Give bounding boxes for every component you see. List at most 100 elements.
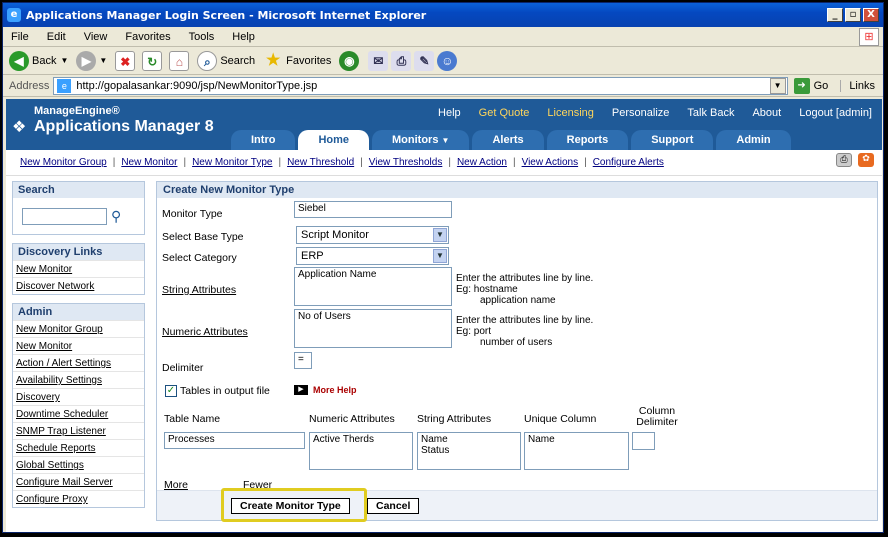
back-button[interactable]: ◀ Back ▼: [9, 50, 68, 71]
sidebar-item-schedule-reports[interactable]: Schedule Reports: [16, 443, 96, 454]
col-header-numeric-attributes: Numeric Attributes: [309, 413, 395, 425]
string-attributes-textarea[interactable]: Application Name: [294, 267, 452, 306]
close-button[interactable]: X: [863, 8, 879, 22]
tab-admin[interactable]: Admin: [716, 130, 791, 150]
minimize-button[interactable]: _: [827, 8, 843, 22]
separator: |: [112, 157, 116, 168]
subnav-new-action[interactable]: New Action: [457, 157, 507, 168]
media-icon[interactable]: ◉: [339, 50, 360, 71]
hint-line: Eg: hostname: [456, 284, 518, 295]
separator: |: [278, 157, 282, 168]
numeric-attributes-textarea[interactable]: No of Users: [294, 309, 452, 348]
sidebar-item-new-monitor[interactable]: New Monitor: [16, 264, 72, 275]
search-label: Search: [220, 54, 256, 67]
menu-edit[interactable]: Edit: [47, 31, 66, 43]
subnav-configure-alerts[interactable]: Configure Alerts: [593, 157, 664, 168]
edit-icon[interactable]: ✎: [414, 50, 435, 71]
favorites-star-icon: ★: [266, 51, 281, 69]
base-type-label: Select Base Type: [162, 231, 244, 243]
cancel-button[interactable]: Cancel: [367, 498, 420, 514]
links-button[interactable]: Links: [840, 79, 883, 92]
logout-link[interactable]: Logout [admin]: [799, 107, 872, 119]
sidebar-item-discovery[interactable]: Discovery: [16, 392, 60, 403]
tab-monitors[interactable]: Monitors ▼: [372, 130, 470, 150]
menu-help[interactable]: Help: [232, 31, 255, 43]
licensing-link[interactable]: Licensing: [547, 107, 593, 119]
address-dropdown-icon[interactable]: ▼: [769, 77, 786, 94]
forward-dropdown-icon[interactable]: ▼: [99, 56, 107, 65]
sidebar-item-snmp-trap-listener[interactable]: SNMP Trap Listener: [16, 426, 106, 437]
menu-favorites[interactable]: Favorites: [125, 31, 170, 43]
table-name-input[interactable]: Processes: [164, 432, 305, 449]
print-icon[interactable]: ⎙: [836, 153, 852, 167]
sidebar-item-action-alert-settings[interactable]: Action / Alert Settings: [16, 358, 111, 369]
subnav-new-monitor[interactable]: New Monitor: [121, 157, 177, 168]
search-button[interactable]: ⌕ Search: [197, 50, 256, 71]
tab-support[interactable]: Support: [631, 130, 714, 150]
mail-icon[interactable]: ✉: [368, 50, 389, 71]
forward-button[interactable]: ▶ ▼: [76, 50, 107, 71]
sidebar-item-discover-network[interactable]: Discover Network: [16, 281, 94, 292]
address-bar: Address e http://gopalasankar:9090/jsp/N…: [3, 75, 883, 97]
separator: |: [183, 157, 187, 168]
chevron-down-icon: ▼: [441, 136, 450, 145]
maximize-button[interactable]: ▫: [845, 8, 861, 22]
tab-reports[interactable]: Reports: [546, 130, 629, 150]
search-icon[interactable]: ⚲: [111, 208, 127, 224]
menu-file[interactable]: File: [11, 31, 29, 43]
subnav-new-monitor-group[interactable]: New Monitor Group: [20, 157, 107, 168]
menu-tools[interactable]: Tools: [189, 31, 215, 43]
sidebar-item-configure-mail-server[interactable]: Configure Mail Server: [16, 477, 113, 488]
print-icon[interactable]: ⎙: [391, 50, 412, 71]
tab-alerts[interactable]: Alerts: [472, 130, 544, 150]
search-title: Search: [13, 182, 144, 198]
sidebar-item-new-monitor-group[interactable]: New Monitor Group: [16, 324, 103, 335]
help-link[interactable]: Help: [438, 107, 461, 119]
address-url: http://gopalasankar:9090/jsp/NewMonitorT…: [76, 79, 318, 92]
stop-icon[interactable]: ✖: [115, 50, 136, 71]
tab-home[interactable]: Home: [298, 130, 370, 150]
table-column-delimiter-input[interactable]: [632, 432, 655, 450]
monitor-type-input[interactable]: Siebel: [294, 201, 452, 218]
home-icon[interactable]: ⌂: [169, 50, 190, 71]
tab-intro[interactable]: Intro: [231, 130, 296, 150]
subnav-new-monitor-type[interactable]: New Monitor Type: [192, 157, 272, 168]
talk-back-link[interactable]: Talk Back: [687, 107, 734, 119]
sidebar-item-new-monitor[interactable]: New Monitor: [16, 341, 72, 352]
get-quote-link[interactable]: Get Quote: [479, 107, 530, 119]
sidebar-item-global-settings[interactable]: Global Settings: [16, 460, 84, 471]
delimiter-input[interactable]: =: [294, 352, 312, 369]
menu-view[interactable]: View: [84, 31, 108, 43]
subnav-new-threshold[interactable]: New Threshold: [287, 157, 354, 168]
address-input[interactable]: e http://gopalasankar:9090/jsp/NewMonito…: [53, 76, 788, 95]
theme-icon[interactable]: ✿: [858, 153, 874, 167]
refresh-icon[interactable]: ↻: [142, 50, 163, 71]
hint-line: application name: [480, 295, 556, 306]
table-numeric-attributes-textarea[interactable]: Active Therds: [309, 432, 413, 470]
more-help-link[interactable]: ▶ More Help: [294, 385, 357, 395]
about-link[interactable]: About: [752, 107, 781, 119]
tables-checkbox[interactable]: ✓: [165, 385, 177, 397]
messenger-icon[interactable]: ☺: [437, 50, 458, 71]
logo-brand: ManageEngine®: [34, 105, 120, 117]
sidebar-item-downtime-scheduler[interactable]: Downtime Scheduler: [16, 409, 108, 420]
go-button[interactable]: ➜ Go: [793, 77, 828, 94]
title-bar: e Applications Manager Login Screen - Mi…: [3, 3, 883, 27]
category-select[interactable]: ERP ▼: [296, 247, 449, 265]
back-dropdown-icon[interactable]: ▼: [60, 56, 68, 65]
personalize-link[interactable]: Personalize: [612, 107, 669, 119]
table-string-attributes-textarea[interactable]: Name Status: [417, 432, 521, 470]
sidebar-item-configure-proxy[interactable]: Configure Proxy: [16, 494, 88, 505]
subnav-view-actions[interactable]: View Actions: [522, 157, 579, 168]
separator: |: [448, 157, 451, 168]
table-unique-column-textarea[interactable]: Name: [524, 432, 629, 470]
subnav-view-thresholds[interactable]: View Thresholds: [369, 157, 443, 168]
sidebar-item-availability-settings[interactable]: Availability Settings: [16, 375, 102, 386]
create-monitor-type-button[interactable]: Create Monitor Type: [231, 498, 350, 514]
search-input[interactable]: [22, 207, 107, 225]
delimiter-label: Delimiter: [162, 362, 204, 374]
category-value: ERP: [301, 250, 324, 262]
base-type-select[interactable]: Script Monitor ▼: [296, 226, 449, 244]
favorites-button[interactable]: ★ Favorites: [263, 51, 331, 71]
admin-panel: Admin New Monitor Group New Monitor Acti…: [12, 303, 145, 508]
